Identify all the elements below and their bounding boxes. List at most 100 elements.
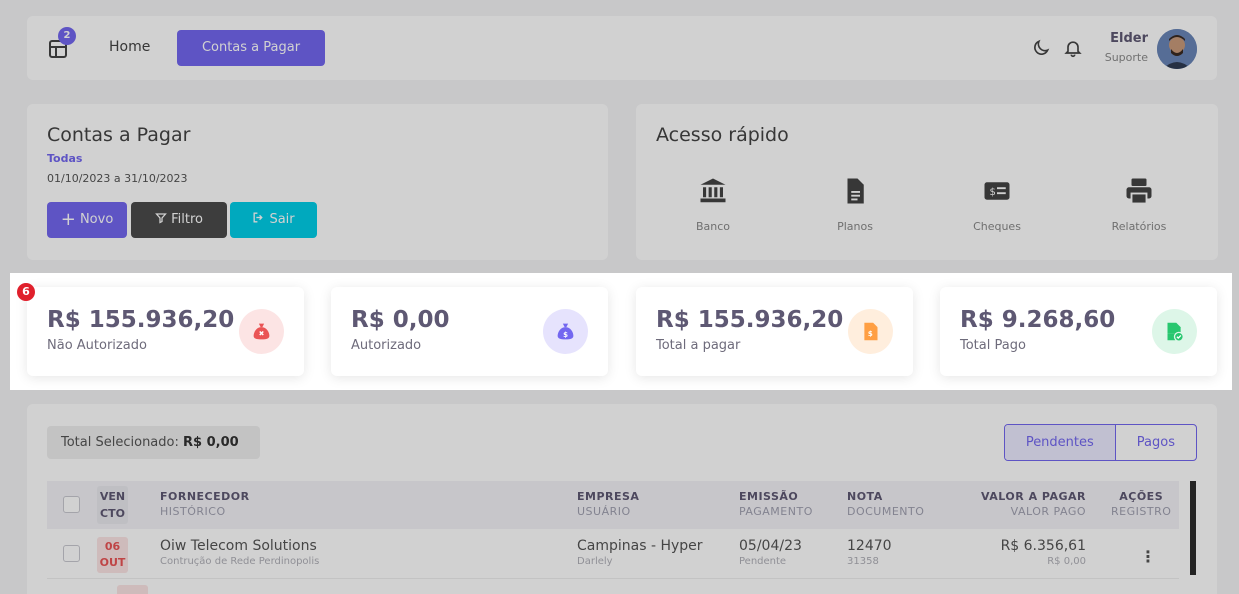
emissao-cell: 05/04/23 Pendente — [739, 538, 802, 567]
status-tabs: Pendentes Pagos — [1003, 424, 1197, 461]
filter-icon — [155, 213, 167, 224]
user-role: Suporte — [1104, 51, 1148, 64]
historico-text: Contrução de Rede Perdinopolis — [160, 556, 320, 567]
acesso-rapido-title: Acesso rápido — [656, 124, 789, 146]
table-row-partial — [47, 581, 1179, 594]
check-money-icon: $ — [984, 182, 1010, 200]
moon-icon[interactable] — [1031, 38, 1051, 58]
plus-icon: + — [60, 209, 76, 230]
filtro-button[interactable]: Filtro — [131, 202, 227, 238]
total-selecionado: Total Selecionado: R$ 0,00 — [47, 426, 260, 459]
bell-icon[interactable] — [1063, 38, 1083, 58]
filtro-button-label: Filtro — [171, 212, 203, 227]
vencimento-date-chip-partial — [117, 585, 148, 594]
tab-pendentes[interactable]: Pendentes — [1004, 425, 1116, 460]
printer-icon — [1126, 178, 1152, 205]
vencimento-day: 06 — [104, 540, 121, 553]
documento-number: 31358 — [847, 556, 879, 567]
nota-cell: 12470 31358 — [847, 538, 892, 567]
pagamento-header-label: PAGAMENTO — [739, 505, 813, 518]
file-check-icon — [1152, 309, 1197, 354]
stat-card-autorizado[interactable]: R$ 0,00 Autorizado $ — [331, 287, 608, 376]
stat-label: Não Autorizado — [47, 338, 147, 353]
quick-link-relatorios[interactable]: Relatórios — [1084, 176, 1194, 233]
table-header: VEN CTO FORNECEDOR HISTÓRICO EMPRESA USU… — [47, 481, 1179, 529]
usuario-header-label: USUÁRIO — [577, 505, 631, 518]
stat-value: R$ 155.936,20 — [47, 307, 235, 333]
historico-header-label: HISTÓRICO — [160, 505, 226, 518]
table-row[interactable]: 06 OUT Oiw Telecom Solutions Contrução d… — [47, 529, 1179, 579]
tab-pagos[interactable]: Pagos — [1116, 425, 1196, 460]
fornecedor-cell: Oiw Telecom Solutions Contrução de Rede … — [160, 538, 319, 567]
valor-pagar: R$ 6.356,61 — [1000, 538, 1086, 554]
select-all-checkbox[interactable] — [63, 496, 80, 513]
invoice-dollar-icon: $ — [848, 309, 893, 354]
money-bag-dollar-icon: $ — [543, 309, 588, 354]
nav-contas-a-pagar-button[interactable]: Contas a Pagar — [177, 30, 325, 66]
emissao-date: 05/04/23 — [739, 538, 802, 554]
vencimento-header-top: VEN — [99, 490, 126, 503]
nota-header[interactable]: NOTA DOCUMENTO — [847, 490, 924, 518]
user-name[interactable]: Elder — [1110, 31, 1148, 46]
stat-card-total-pago[interactable]: R$ 9.268,60 Total Pago — [940, 287, 1217, 376]
row-actions-kebab-icon[interactable]: ⋮ — [1140, 547, 1156, 566]
stat-card-nao-autorizado[interactable]: R$ 155.936,20 Não Autorizado — [27, 287, 304, 376]
vencimento-date-chip: 06 OUT — [97, 537, 128, 573]
usuario-name: Darlely — [577, 556, 613, 567]
quick-link-label: Banco — [695, 220, 731, 233]
fornecedor-header[interactable]: FORNECEDOR HISTÓRICO — [160, 490, 250, 518]
row-checkbox[interactable] — [63, 545, 80, 562]
page-title: Contas a Pagar — [47, 124, 191, 146]
vencimento-header[interactable]: VEN CTO — [97, 486, 128, 524]
sair-button[interactable]: Sair — [230, 202, 317, 238]
valor-header[interactable]: VALOR A PAGAR VALOR PAGO — [981, 490, 1086, 518]
svg-text:$: $ — [990, 187, 996, 198]
filter-label: Todas — [47, 152, 83, 165]
empresa-header[interactable]: EMPRESA USUÁRIO — [577, 490, 639, 518]
sign-out-icon — [253, 212, 264, 223]
nota-header-label: NOTA — [847, 490, 883, 503]
bank-icon — [700, 178, 726, 203]
vencimento-header-bottom: CTO — [100, 507, 125, 520]
acesso-rapido-card: Acesso rápido Banco Planos $ Cheques Rel… — [636, 104, 1218, 260]
nav-home-link[interactable]: Home — [109, 39, 150, 55]
quick-link-planos[interactable]: Planos — [800, 176, 910, 233]
quick-link-label: Relatórios — [1111, 220, 1167, 233]
acoes-header: AÇÕES REGISTRO — [1111, 490, 1171, 518]
stat-card-total-a-pagar[interactable]: R$ 155.936,20 Total a pagar $ — [636, 287, 913, 376]
fornecedor-header-label: FORNECEDOR — [160, 490, 250, 503]
emissao-header-label: EMISSÃO — [739, 490, 799, 503]
stat-value: R$ 0,00 — [351, 307, 450, 333]
registro-header-label: REGISTRO — [1111, 505, 1172, 518]
acoes-header-label: AÇÕES — [1119, 490, 1164, 503]
valor-cell: R$ 6.356,61 R$ 0,00 — [1001, 538, 1086, 567]
table-scrollbar[interactable] — [1190, 481, 1196, 575]
empresa-cell: Campinas - Hyper Darlely — [577, 538, 703, 567]
quick-link-label: Planos — [837, 220, 873, 233]
empresa-name: Campinas - Hyper — [577, 538, 703, 554]
quick-link-banco[interactable]: Banco — [658, 176, 768, 233]
notification-badge: 2 — [58, 27, 76, 45]
contas-table-card: Total Selecionado: R$ 0,00 Pendentes Pag… — [27, 404, 1217, 594]
pagamento-status: Pendente — [739, 556, 787, 567]
quick-link-cheques[interactable]: $ Cheques — [942, 176, 1052, 233]
stat-label: Autorizado — [351, 338, 422, 353]
fornecedor-name: Oiw Telecom Solutions — [160, 538, 317, 554]
emissao-header[interactable]: EMISSÃO PAGAMENTO — [739, 490, 813, 518]
nota-number: 12470 — [847, 538, 892, 554]
avatar[interactable] — [1157, 29, 1197, 69]
document-icon — [847, 178, 864, 204]
vencimento-month: OUT — [99, 556, 126, 569]
step-marker: 6 — [17, 283, 35, 301]
valor-pagar-header-label: VALOR A PAGAR — [981, 490, 1086, 503]
stat-label: Total Pago — [960, 338, 1026, 353]
top-navbar: 2 Home Contas a Pagar Elder Suporte — [27, 16, 1217, 80]
money-bag-x-icon — [239, 309, 284, 354]
novo-button-label: Novo — [79, 212, 114, 227]
date-range: 01/10/2023 a 31/10/2023 — [47, 172, 188, 185]
stat-label: Total a pagar — [656, 338, 741, 353]
novo-button[interactable]: + Novo — [47, 202, 127, 238]
valor-pago: R$ 0,00 — [1047, 556, 1086, 567]
contas-a-pagar-card: Contas a Pagar Todas 01/10/2023 a 31/10/… — [27, 104, 608, 260]
sair-button-label: Sair — [269, 212, 295, 227]
